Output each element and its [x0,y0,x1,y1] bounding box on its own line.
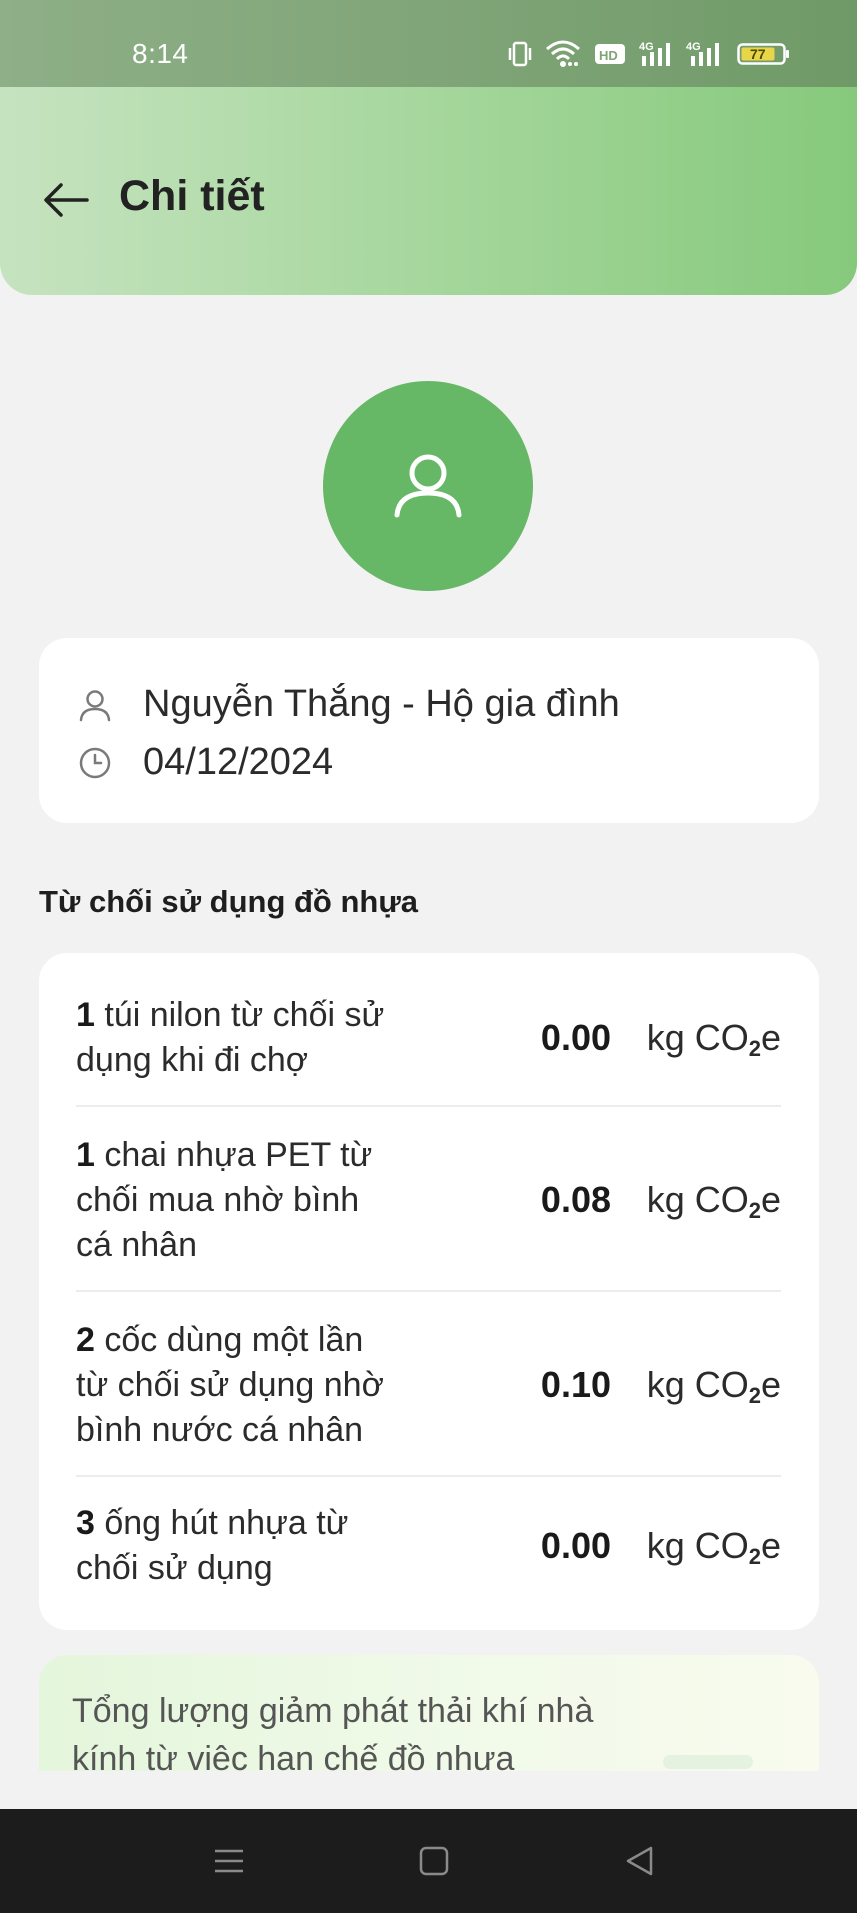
summary-card: Tổng lượng giảm phát thải khí nhà kính t… [39,1655,819,1771]
item-value: 0.10 [540,1364,611,1405]
item-text-line: chối mua nhờ bình [76,1181,360,1219]
info-name-row: Nguyễn Thắng - Hộ gia đình [77,683,620,726]
item-count: 1 [76,1136,95,1174]
item-text-line: túi nilon từ chối sử [94,996,385,1034]
person-icon [77,687,113,723]
item-text-line: cốc dùng một lần [94,1321,364,1359]
svg-text:4G: 4G [639,41,654,53]
section-title: Từ chối sử dụng đồ nhựa [39,884,419,919]
item-value: 0.00 [540,1017,611,1058]
item-text-line: chai nhựa PET từ [94,1136,373,1174]
item-unit: kg CO2e [646,1364,781,1408]
nav-home-button[interactable] [412,1839,456,1883]
wifi-icon [546,40,580,67]
clock-icon [77,745,113,781]
content-bottom [0,1771,857,1809]
status-icons: HD 4G 4G 77 [508,36,791,72]
signal-4g-icon: 4G [686,41,719,66]
item-count: 1 [76,996,95,1034]
item-unit: kg CO2e [646,1179,781,1223]
arrow-left-icon [44,183,89,217]
item-text-line: bình nước cá nhân [76,1411,364,1449]
svg-text:4G: 4G [686,41,701,53]
item-value: 0.00 [540,1525,611,1566]
header: 8:14 HD 4G 4G 77 Chi tiết [0,0,857,295]
user-icon [394,454,462,518]
divider [76,1105,781,1107]
item-unit: kg CO2e [646,1017,781,1061]
plastic-list-card: 1 túi nilon từ chối sử dụng khi đi chợ 0… [39,953,819,1630]
item-description: 2 cốc dùng một lần từ chối sử dụng nhờ b… [76,1318,446,1453]
item-description: 1 túi nilon từ chối sử dụng khi đi chợ [76,993,446,1083]
system-navbar [0,1809,857,1913]
svg-text:HD: HD [599,48,618,63]
item-text-line: cá nhân [76,1226,197,1264]
summary-text: Tổng lượng giảm phát thải khí nhà kính t… [72,1687,672,1771]
triangle-back-icon [626,1846,653,1876]
item-count: 2 [76,1321,95,1359]
nav-menu-button[interactable] [207,1839,251,1883]
item-count: 3 [76,1504,95,1542]
status-time: 8:14 [132,38,189,69]
summary-value-placeholder [663,1755,753,1769]
record-date: 04/12/2024 [143,741,334,783]
divider [76,1290,781,1292]
list-item: 1 chai nhựa PET từ chối mua nhờ bình cá … [76,1133,781,1268]
item-value: 0.08 [540,1179,611,1220]
nav-back-button[interactable] [617,1839,661,1883]
battery-icon: 77 [737,43,789,65]
signal-4g-icon: 4G [639,41,670,66]
hd-icon: HD [595,44,625,64]
page-title: Chi tiết [119,172,265,220]
avatar [323,381,533,591]
list-item: 1 túi nilon từ chối sử dụng khi đi chợ 0… [76,993,781,1083]
vibrate-icon [508,41,532,67]
item-description: 1 chai nhựa PET từ chối mua nhờ bình cá … [76,1133,446,1268]
list-item: 3 ống hút nhựa từ chối sử dụng 0.00 kg C… [76,1501,781,1591]
summary-line: Tổng lượng giảm phát thải khí nhà [72,1692,594,1730]
divider [76,1475,781,1477]
list-item: 2 cốc dùng một lần từ chối sử dụng nhờ b… [76,1318,781,1453]
item-text-line: ống hút nhựa từ [94,1504,349,1542]
item-description: 3 ống hút nhựa từ chối sử dụng [76,1501,446,1591]
status-bar: 8:14 HD 4G 4G 77 [0,0,857,87]
menu-icon [215,1849,243,1873]
square-icon [419,1846,449,1876]
item-text-line: chối sử dụng [76,1549,273,1587]
summary-line: kính từ việc hạn chế đồ nhựa [72,1740,515,1771]
item-unit: kg CO2e [646,1525,781,1569]
info-date-row: 04/12/2024 [77,741,333,784]
item-text-line: từ chối sử dụng nhờ [76,1366,384,1404]
info-card [39,638,819,823]
user-name: Nguyễn Thắng - Hộ gia đình [143,683,620,725]
item-text-line: dụng khi đi chợ [76,1041,309,1079]
battery-level: 77 [750,46,766,62]
back-button[interactable] [36,170,96,230]
